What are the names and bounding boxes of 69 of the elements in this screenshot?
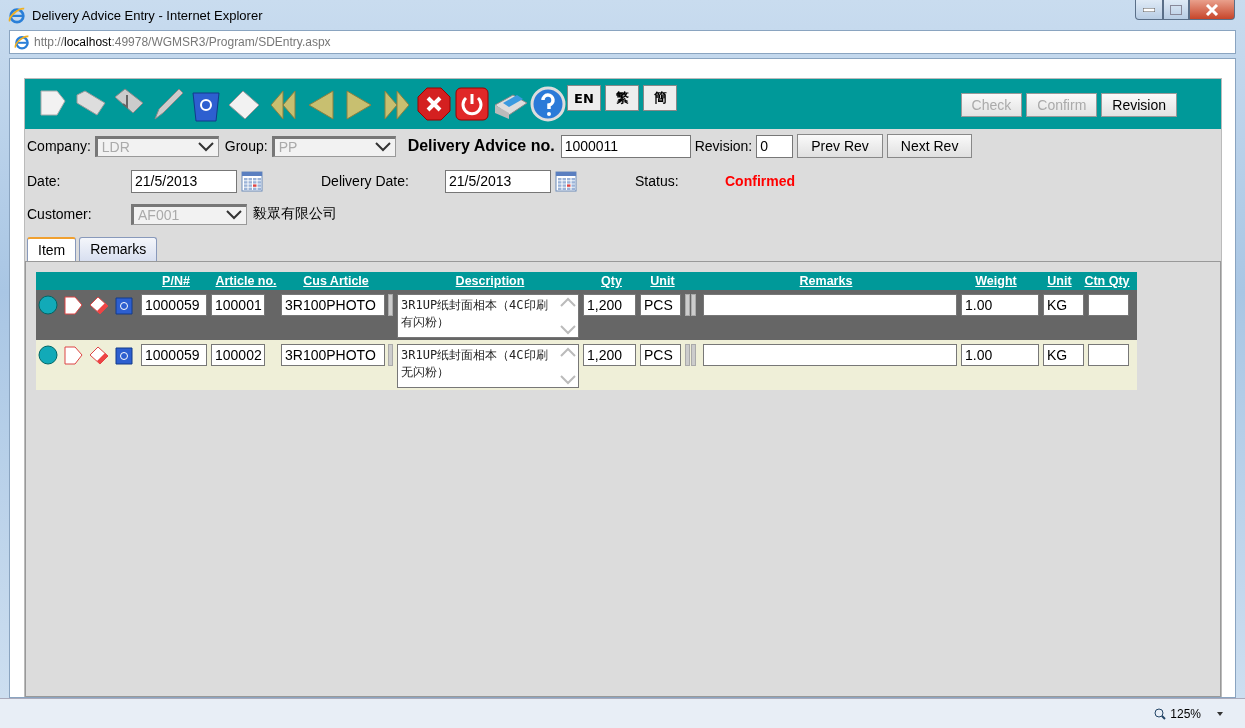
browser-icon — [8, 6, 26, 24]
table-cell[interactable]: 1000059 — [141, 344, 207, 366]
field-label: Delivery Date: — [321, 173, 410, 189]
date-field[interactable]: 21/5/2013 — [131, 169, 237, 193]
language-button[interactable]: 繁 — [605, 85, 639, 111]
previous-revision-button[interactable]: Prev Rev — [797, 134, 883, 158]
action-button[interactable]: Revision — [1101, 93, 1177, 117]
table-cell[interactable] — [1088, 294, 1129, 316]
calendar-icon[interactable] — [555, 170, 577, 192]
tab[interactable]: Item — [27, 237, 77, 261]
close-icon — [1205, 3, 1219, 16]
table-cell[interactable]: 1000059 — [141, 294, 207, 316]
table-row[interactable]: 1000059 100001 3R100PHOTO 3R1UP纸封面相本（4C印刷有闪粉） 1,200 PCS 1.00 KG — [36, 290, 1137, 340]
window-title: Delivery Advice Entry - Internet Explorer — [32, 7, 264, 23]
minimize-button[interactable] — [1135, 0, 1163, 20]
zoom-level[interactable]: 125% — [1170, 706, 1201, 721]
table-cell[interactable]: 1.00 — [961, 344, 1039, 366]
table-cell[interactable]: 100002 — [211, 344, 265, 366]
table-cell[interactable]: KG — [1043, 294, 1084, 316]
language-button[interactable]: 簡 — [643, 85, 677, 111]
eraser-icon[interactable] — [88, 294, 110, 316]
recycle-bin-icon[interactable] — [114, 344, 134, 366]
field-label: Status: — [635, 173, 680, 189]
new-document-icon[interactable] — [62, 344, 84, 366]
tab[interactable]: Remarks — [79, 237, 158, 261]
next-revision-button[interactable]: Next Rev — [886, 134, 973, 158]
help-icon[interactable] — [529, 85, 567, 123]
new-document-icon[interactable] — [62, 294, 84, 316]
field-label: Revision: — [694, 138, 753, 154]
maximize-button[interactable] — [1163, 0, 1189, 20]
table-cell[interactable] — [703, 344, 957, 366]
minimize-icon — [1143, 7, 1155, 12]
field-label: Group: — [224, 138, 268, 154]
url-text: http://localhost:49978/WGMSR3/Program/SDEntry.aspx — [34, 35, 331, 49]
recycle-bin-icon[interactable] — [114, 294, 134, 316]
address-bar[interactable]: http://localhost:49978/WGMSR3/Program/SDEntry.aspx — [9, 30, 1236, 54]
table-cell[interactable] — [1088, 344, 1129, 366]
power-icon[interactable] — [453, 85, 491, 123]
field-label: Delivery Advice no. — [407, 137, 555, 155]
maximize-icon — [1170, 4, 1182, 15]
field-label: Company: — [27, 138, 91, 154]
table-cell[interactable]: 1,200 — [583, 294, 636, 316]
table-cell[interactable]: 3R100PHOTO — [281, 344, 385, 366]
close-button[interactable] — [1189, 0, 1235, 20]
table-cell[interactable]: 100001 — [211, 294, 265, 316]
zoom-icon[interactable] — [1154, 707, 1167, 720]
field-label: Date: — [27, 173, 62, 189]
status-dot-icon — [38, 295, 58, 315]
date-field[interactable]: 21/5/2013 — [445, 169, 551, 193]
customer-name: 毅眾有限公司 — [253, 205, 337, 223]
field-label: Customer: — [27, 206, 93, 222]
status-dot-icon — [38, 345, 58, 365]
browser-icon — [14, 34, 30, 50]
input-field[interactable]: 0 — [756, 134, 794, 158]
calendar-icon[interactable] — [241, 170, 263, 192]
close-icon[interactable] — [415, 85, 453, 123]
table-cell[interactable]: PCS — [640, 344, 681, 366]
status-text: Confirmed — [725, 173, 795, 189]
table-cell[interactable] — [703, 294, 957, 316]
input-field[interactable]: 1000011 — [560, 134, 691, 158]
table-cell[interactable]: 1,200 — [583, 344, 636, 366]
table-cell[interactable]: KG — [1043, 344, 1084, 366]
column-splitter[interactable] — [685, 294, 699, 316]
table-cell[interactable]: 3R100PHOTO — [281, 294, 385, 316]
eraser-icon[interactable] — [88, 344, 110, 366]
table-row[interactable]: 1000059 100002 3R100PHOTO 3R1UP纸封面相本（4C印刷无闪粉） 1,200 PCS 1.00 KG — [36, 340, 1137, 390]
table-cell[interactable]: PCS — [640, 294, 681, 316]
language-button[interactable]: EN — [567, 85, 601, 111]
table-cell[interactable]: 1.00 — [961, 294, 1039, 316]
